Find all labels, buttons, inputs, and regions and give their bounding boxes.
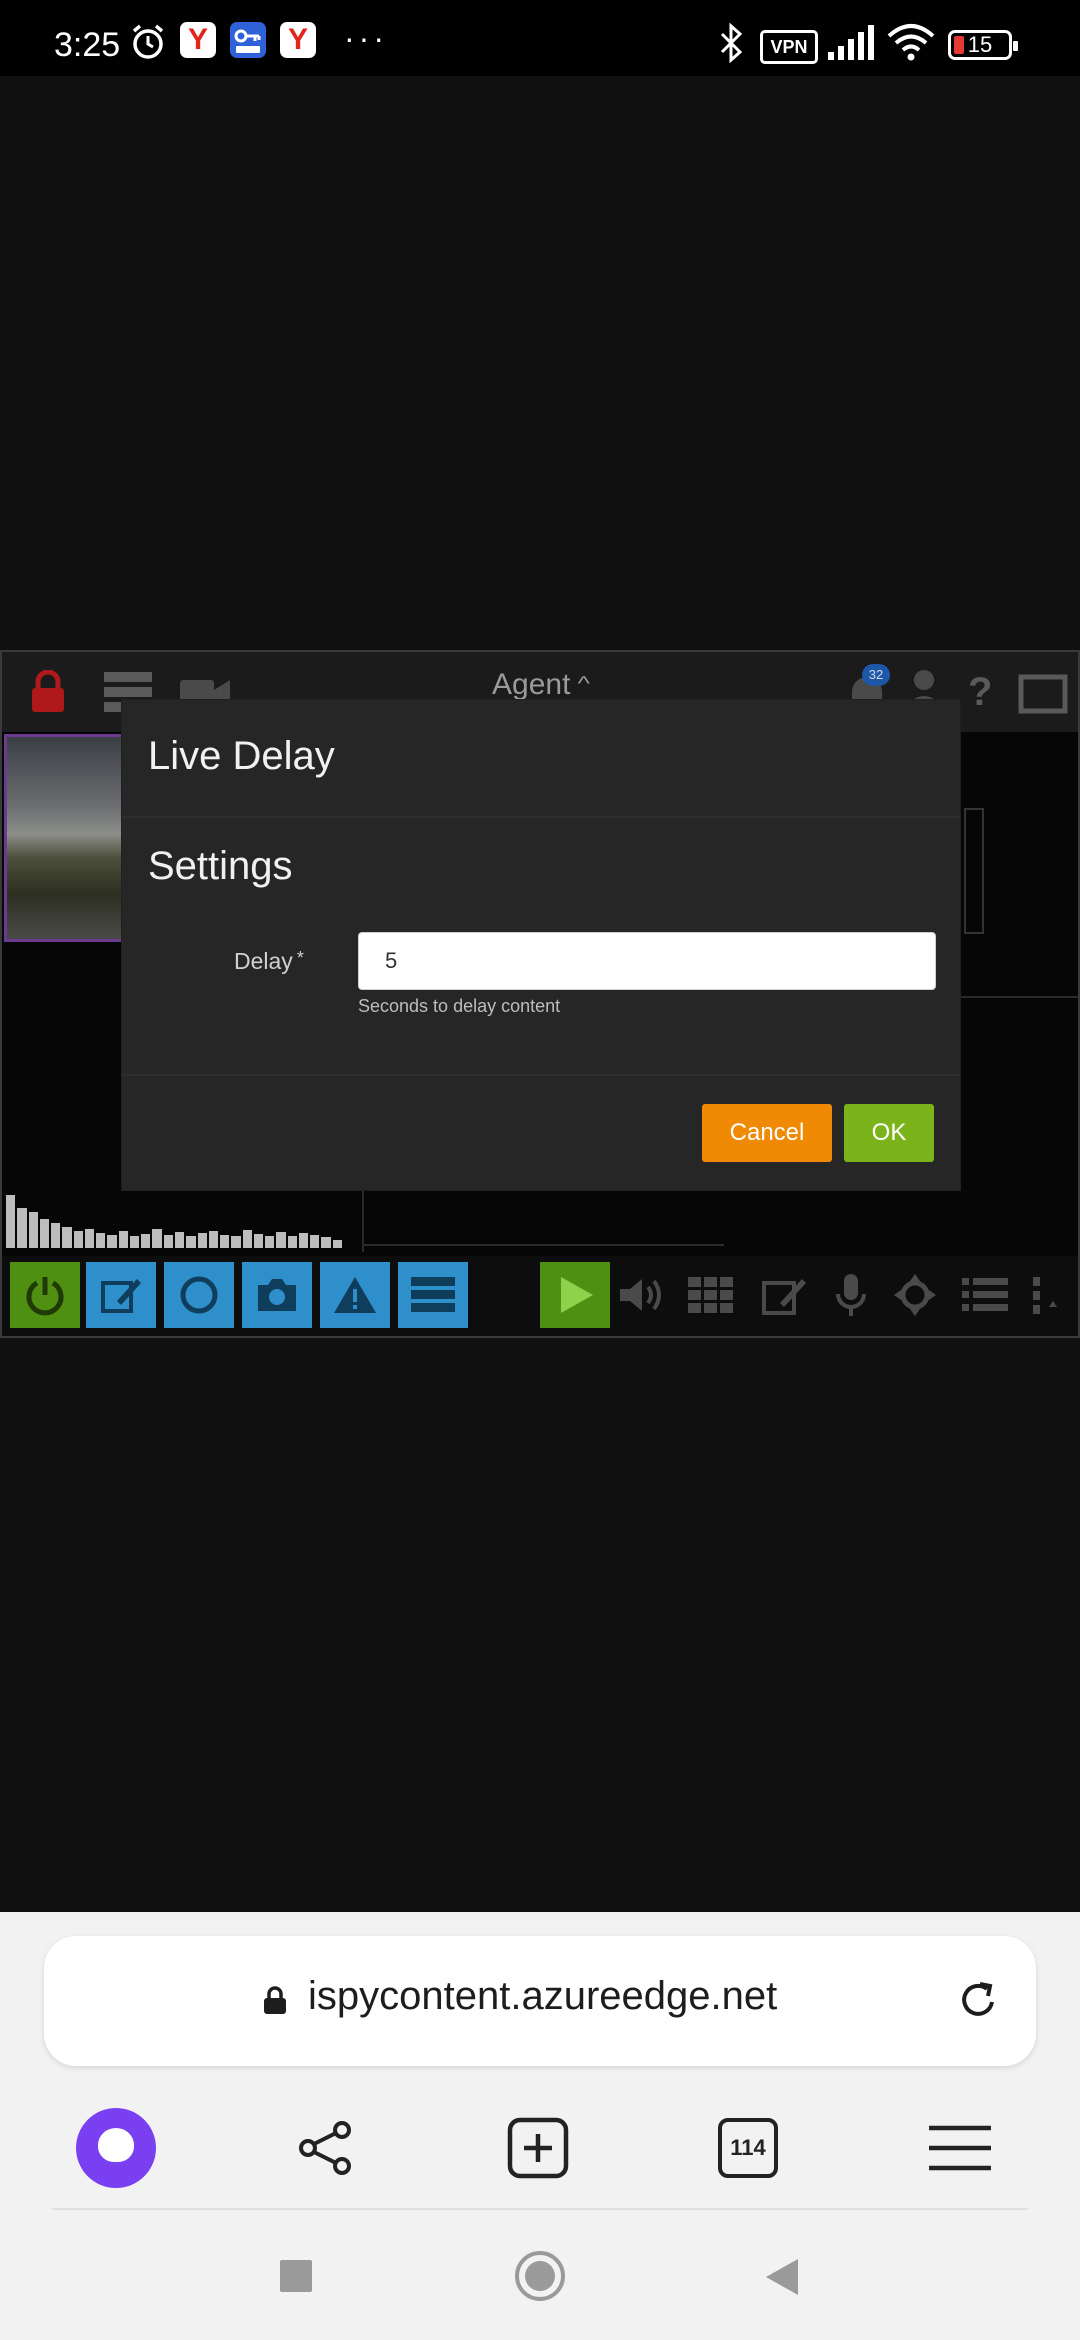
chevron-up-icon: ^ xyxy=(577,673,590,695)
edit-view-icon[interactable] xyxy=(750,1262,820,1328)
record-button[interactable] xyxy=(164,1262,234,1328)
microphone-icon[interactable] xyxy=(816,1262,886,1328)
play-button[interactable] xyxy=(540,1262,610,1328)
yandex-app-icon: Y xyxy=(180,22,216,58)
side-panel xyxy=(964,808,984,934)
status-time: 3:25 xyxy=(54,26,121,64)
menu-icon[interactable] xyxy=(900,2088,1020,2208)
settings-heading: Settings xyxy=(148,844,293,888)
nav-divider xyxy=(52,2208,1028,2210)
back-icon[interactable] xyxy=(762,2256,802,2303)
dialog-footer-divider xyxy=(122,1074,960,1076)
recents-icon[interactable] xyxy=(280,2260,312,2292)
ptz-crosshair-icon[interactable] xyxy=(880,1262,950,1328)
list-icon[interactable] xyxy=(950,1262,1020,1328)
battery-level: 15 xyxy=(967,32,993,57)
live-delay-dialog: Live Delay Settings Delay* Seconds to de… xyxy=(122,700,960,1190)
required-mark: * xyxy=(296,948,304,968)
yandex-browser-icon: Y xyxy=(280,22,316,58)
dialog-title: Live Delay xyxy=(148,734,335,778)
tabs-count: 114 xyxy=(718,2118,778,2178)
vpn-key-app-icon xyxy=(230,22,266,58)
volume-icon[interactable] xyxy=(606,1262,676,1328)
storage-icon[interactable] xyxy=(398,1262,468,1328)
lock-icon[interactable] xyxy=(28,669,68,719)
delay-input[interactable] xyxy=(358,932,936,990)
app-title[interactable]: Agent ^ xyxy=(492,668,590,702)
dialog-divider xyxy=(122,816,960,818)
signal-icon xyxy=(826,22,876,67)
browser-nav: 114 xyxy=(0,2088,1080,2208)
bluetooth-icon xyxy=(716,22,746,69)
app-toolbar xyxy=(2,1256,1078,1336)
ok-button[interactable]: OK xyxy=(844,1104,934,1162)
delay-help-text: Seconds to delay content xyxy=(358,996,561,1016)
alert-icon[interactable] xyxy=(320,1262,390,1328)
home-icon[interactable] xyxy=(514,2250,566,2302)
wifi-icon xyxy=(886,22,936,67)
more-options-icon[interactable] xyxy=(1022,1262,1072,1328)
cancel-button[interactable]: Cancel xyxy=(702,1104,832,1162)
fullscreen-icon[interactable] xyxy=(1018,674,1068,719)
help-icon[interactable]: ? xyxy=(968,670,992,715)
lock-icon xyxy=(262,1986,288,2021)
share-icon[interactable] xyxy=(266,2088,386,2208)
alice-assistant-icon[interactable] xyxy=(56,2088,176,2208)
power-button[interactable] xyxy=(10,1262,80,1328)
system-navigation xyxy=(0,2222,1080,2340)
edit-button[interactable] xyxy=(86,1262,156,1328)
status-bar: 3:25 Y Y ··· VPN 15 xyxy=(0,0,1080,76)
reload-icon[interactable] xyxy=(954,1976,1002,2029)
browser-bottom-bar: ispycontent.azureedge.net 114 xyxy=(0,1912,1080,2340)
notification-badge: 32 xyxy=(862,664,890,686)
snapshot-camera-icon[interactable] xyxy=(242,1262,312,1328)
alarm-icon xyxy=(128,22,168,67)
url-text[interactable]: ispycontent.azureedge.net xyxy=(308,1974,777,2019)
delay-label: Delay * xyxy=(234,948,304,974)
address-bar[interactable]: ispycontent.azureedge.net xyxy=(44,1936,1036,2066)
grid-icon[interactable] xyxy=(676,1262,746,1328)
vpn-badge: VPN xyxy=(760,30,818,64)
new-tab-icon[interactable] xyxy=(478,2088,598,2208)
more-notifications-icon: ··· xyxy=(344,20,388,56)
battery-indicator: 15 xyxy=(948,30,1018,60)
tabs-button[interactable]: 114 xyxy=(688,2088,808,2208)
